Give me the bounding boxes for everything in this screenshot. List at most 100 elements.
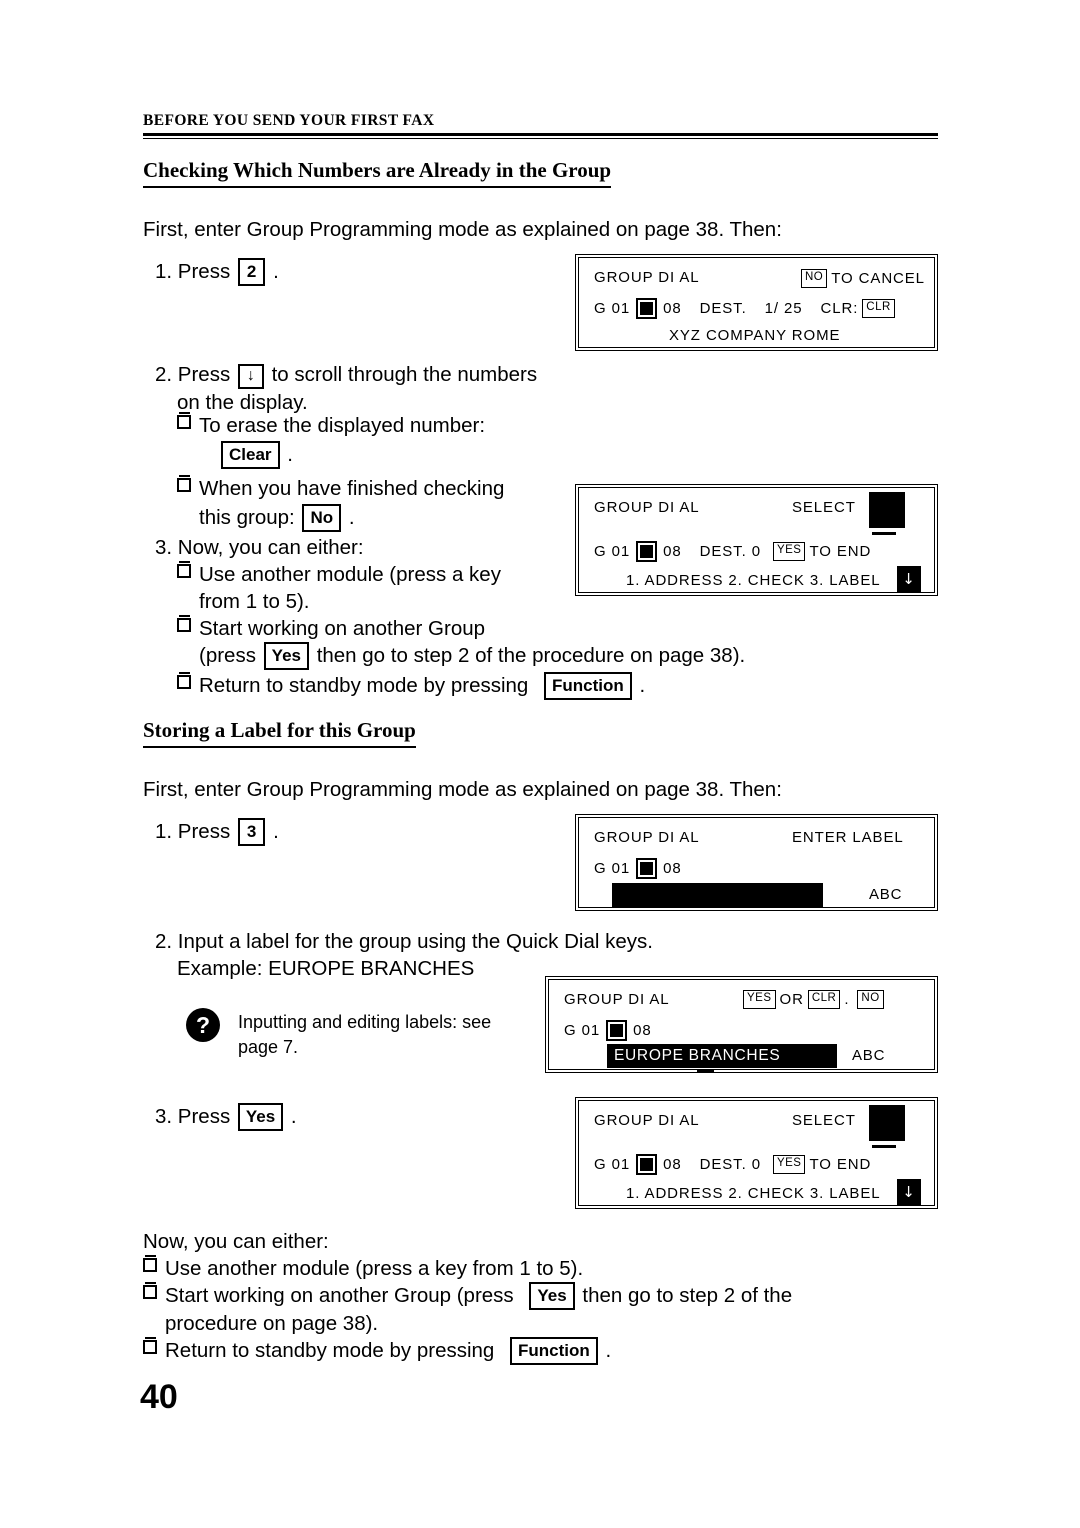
page-number: 40 [140,1378,178,1416]
key-no[interactable]: No [302,504,342,532]
lcd-key-yes: YES [743,990,776,1009]
lcd3-line2: G 01 08 [594,858,682,879]
running-header: BEFORE YOU SEND YOUR FIRST FAX [143,112,938,139]
lcd2-cursor-block [869,492,905,528]
standby-period: . [639,674,646,697]
key-function[interactable]: Function [510,1337,598,1365]
lcd1-clr-label: CLR: [820,300,859,317]
lcd-screen: GROUP DI AL ENTER LABEL G 01 08 ABC [578,817,935,908]
module-indicator-icon [636,541,658,562]
lcd-key-yes: YES [772,542,806,561]
list-item: Return to standby mode by pressing Funct… [177,672,877,700]
lcd-key-clr: CLR [807,990,841,1009]
lcd5-group: G 01 [594,1156,631,1173]
key-clear[interactable]: Clear [221,441,280,469]
square-bullet-icon [177,672,191,689]
bullet-another-group-line2: (press Yes then go to step 2 of the proc… [199,642,877,670]
lcd3-group: G 01 [594,860,631,877]
lcd-panel-select-1: GROUP DI AL SELECT G 01 08 DEST. 0 YES T… [575,484,938,596]
square-bullet-icon [143,1282,157,1299]
s2-step2-line2: Example: EUROPE BRANCHES [177,957,475,980]
bullet-finished-pre: this group: [199,506,295,529]
section-heading-checking-numbers: Checking Which Numbers are Already in th… [143,158,612,188]
label-input-field[interactable] [612,883,823,907]
list-item: Use another module (press a key from 1 t… [143,1255,943,1282]
lcd5-line3: 1. ADDRESS 2. CHECK 3. LABEL [626,1185,880,1202]
bullet-erase-text: To erase the displayed number: [199,414,486,437]
lcd4-module: 08 [633,1022,652,1039]
outro-ag-pre: Start working on another Group (press [165,1284,514,1307]
note-block: ? Inputting and editing labels: see page… [186,1008,516,1060]
bullet-another-group-line1: Start working on another Group [199,617,486,640]
section2-step2: 2. Input a label for the group using the… [155,928,653,982]
lcd1-line1: GROUP DI AL [594,269,700,286]
outro-sb-period: . [605,1339,612,1362]
square-bullet-icon [143,1255,157,1272]
lcd-key-clr: CLR [862,299,895,318]
lcd-panel-select-2: GROUP DI AL SELECT G 01 08 DEST. 0 YES T… [575,1097,938,1209]
lcd2-line3: 1. ADDRESS 2. CHECK 3. LABEL [626,572,880,589]
key-function[interactable]: Function [544,672,632,700]
key-yes[interactable]: Yes [237,1103,284,1131]
lcd2-select-text: SELECT [792,499,856,516]
outro-another-group: Start working on another Group (press Ye… [165,1282,943,1310]
step1-label: 1. Press [155,260,231,283]
list-item: To erase the displayed number: [177,412,597,439]
lcd1-dest-count: 1/ 25 [764,300,803,317]
lcd3-title: GROUP DI AL [594,829,700,846]
section2-step1: 1. Press 3 . [155,818,279,846]
lcd2-line1: GROUP DI AL [594,499,700,516]
lcd1-module: 08 [663,300,682,317]
lcd5-cursor-bar [872,1145,896,1148]
lcd4-line2: G 01 08 [564,1020,652,1041]
bullet-standby: Return to standby mode by pressing Funct… [199,672,877,700]
note-line2: page 7. [238,1037,299,1057]
manual-page: BEFORE YOU SEND YOUR FIRST FAX Checking … [0,0,1080,1528]
lcd-panel-europe-branches: GROUP DI AL YES OR CLR . NO G 01 08 EURO… [545,976,938,1073]
lcd1-dest-label: DEST. [699,300,747,317]
list-item: Return to standby mode by pressing Funct… [143,1337,943,1365]
module-indicator-icon [606,1020,628,1041]
lcd4-cursor-bar [697,1070,714,1073]
lcd5-title: GROUP DI AL [594,1112,700,1129]
lcd-key-no: NO [801,269,828,288]
key-yes[interactable]: Yes [529,1282,575,1310]
lcd1-cancel-text: TO CANCEL [831,269,925,287]
s2-step2-line1: 2. Input a label for the group using the… [155,930,653,953]
key-2[interactable]: 2 [237,258,266,286]
s2-step3-label: 3. Press [155,1105,231,1128]
lcd1-line2: G 01 08 DEST. 1/ 25 CLR: CLR [594,298,899,319]
lcd2-title: GROUP DI AL [594,499,700,516]
section2-step3: 3. Press Yes . [155,1103,297,1131]
module-indicator-icon [636,858,658,879]
section1-intro: First, enter Group Programming mode as e… [143,218,782,241]
key-yes[interactable]: Yes [263,642,309,670]
lcd4-title: GROUP DI AL [564,991,670,1008]
lcd-key-no: NO [857,990,884,1009]
outro-standby: Return to standby mode by pressing Funct… [165,1337,943,1365]
lcd5-select-label: SELECT [792,1112,856,1129]
lcd2-group: G 01 [594,543,631,560]
lcd4-input-mode: ABC [852,1047,886,1064]
list-item: Start working on another Group [177,615,877,642]
lcd5-module: 08 [663,1156,682,1173]
lcd4-dot: . [844,990,850,1008]
lcd3-line1: GROUP DI AL [594,829,700,846]
lcd4-line1: GROUP DI AL [564,991,670,1008]
section-heading-storing-label: Storing a Label for this Group [143,718,416,748]
section1-step2: 2. Press ↓ to scroll through the numbers… [155,361,585,416]
lcd3-input-mode: ABC [869,886,903,903]
lcd2-to-end: TO END [809,543,872,560]
section2-intro: First, enter Group Programming mode as e… [143,778,782,801]
bullet-finished-text: When you have finished checking [199,477,505,500]
step2-label: 2. Press [155,363,231,386]
lcd4-line1-right: YES OR CLR . NO [739,990,888,1009]
key-3[interactable]: 3 [237,818,266,846]
step2-mid-text: to scroll through the numbers [271,363,538,386]
outro-ag-line2: procedure on page 38). [165,1312,379,1335]
scroll-down-arrow-icon: ↓ [897,566,921,592]
label-input-field[interactable]: EUROPE BRANCHES [607,1044,837,1068]
outro-ag-post: then go to step 2 of the [582,1284,793,1307]
key-scroll-down[interactable]: ↓ [237,364,264,389]
lcd5-cursor-block [869,1105,905,1141]
